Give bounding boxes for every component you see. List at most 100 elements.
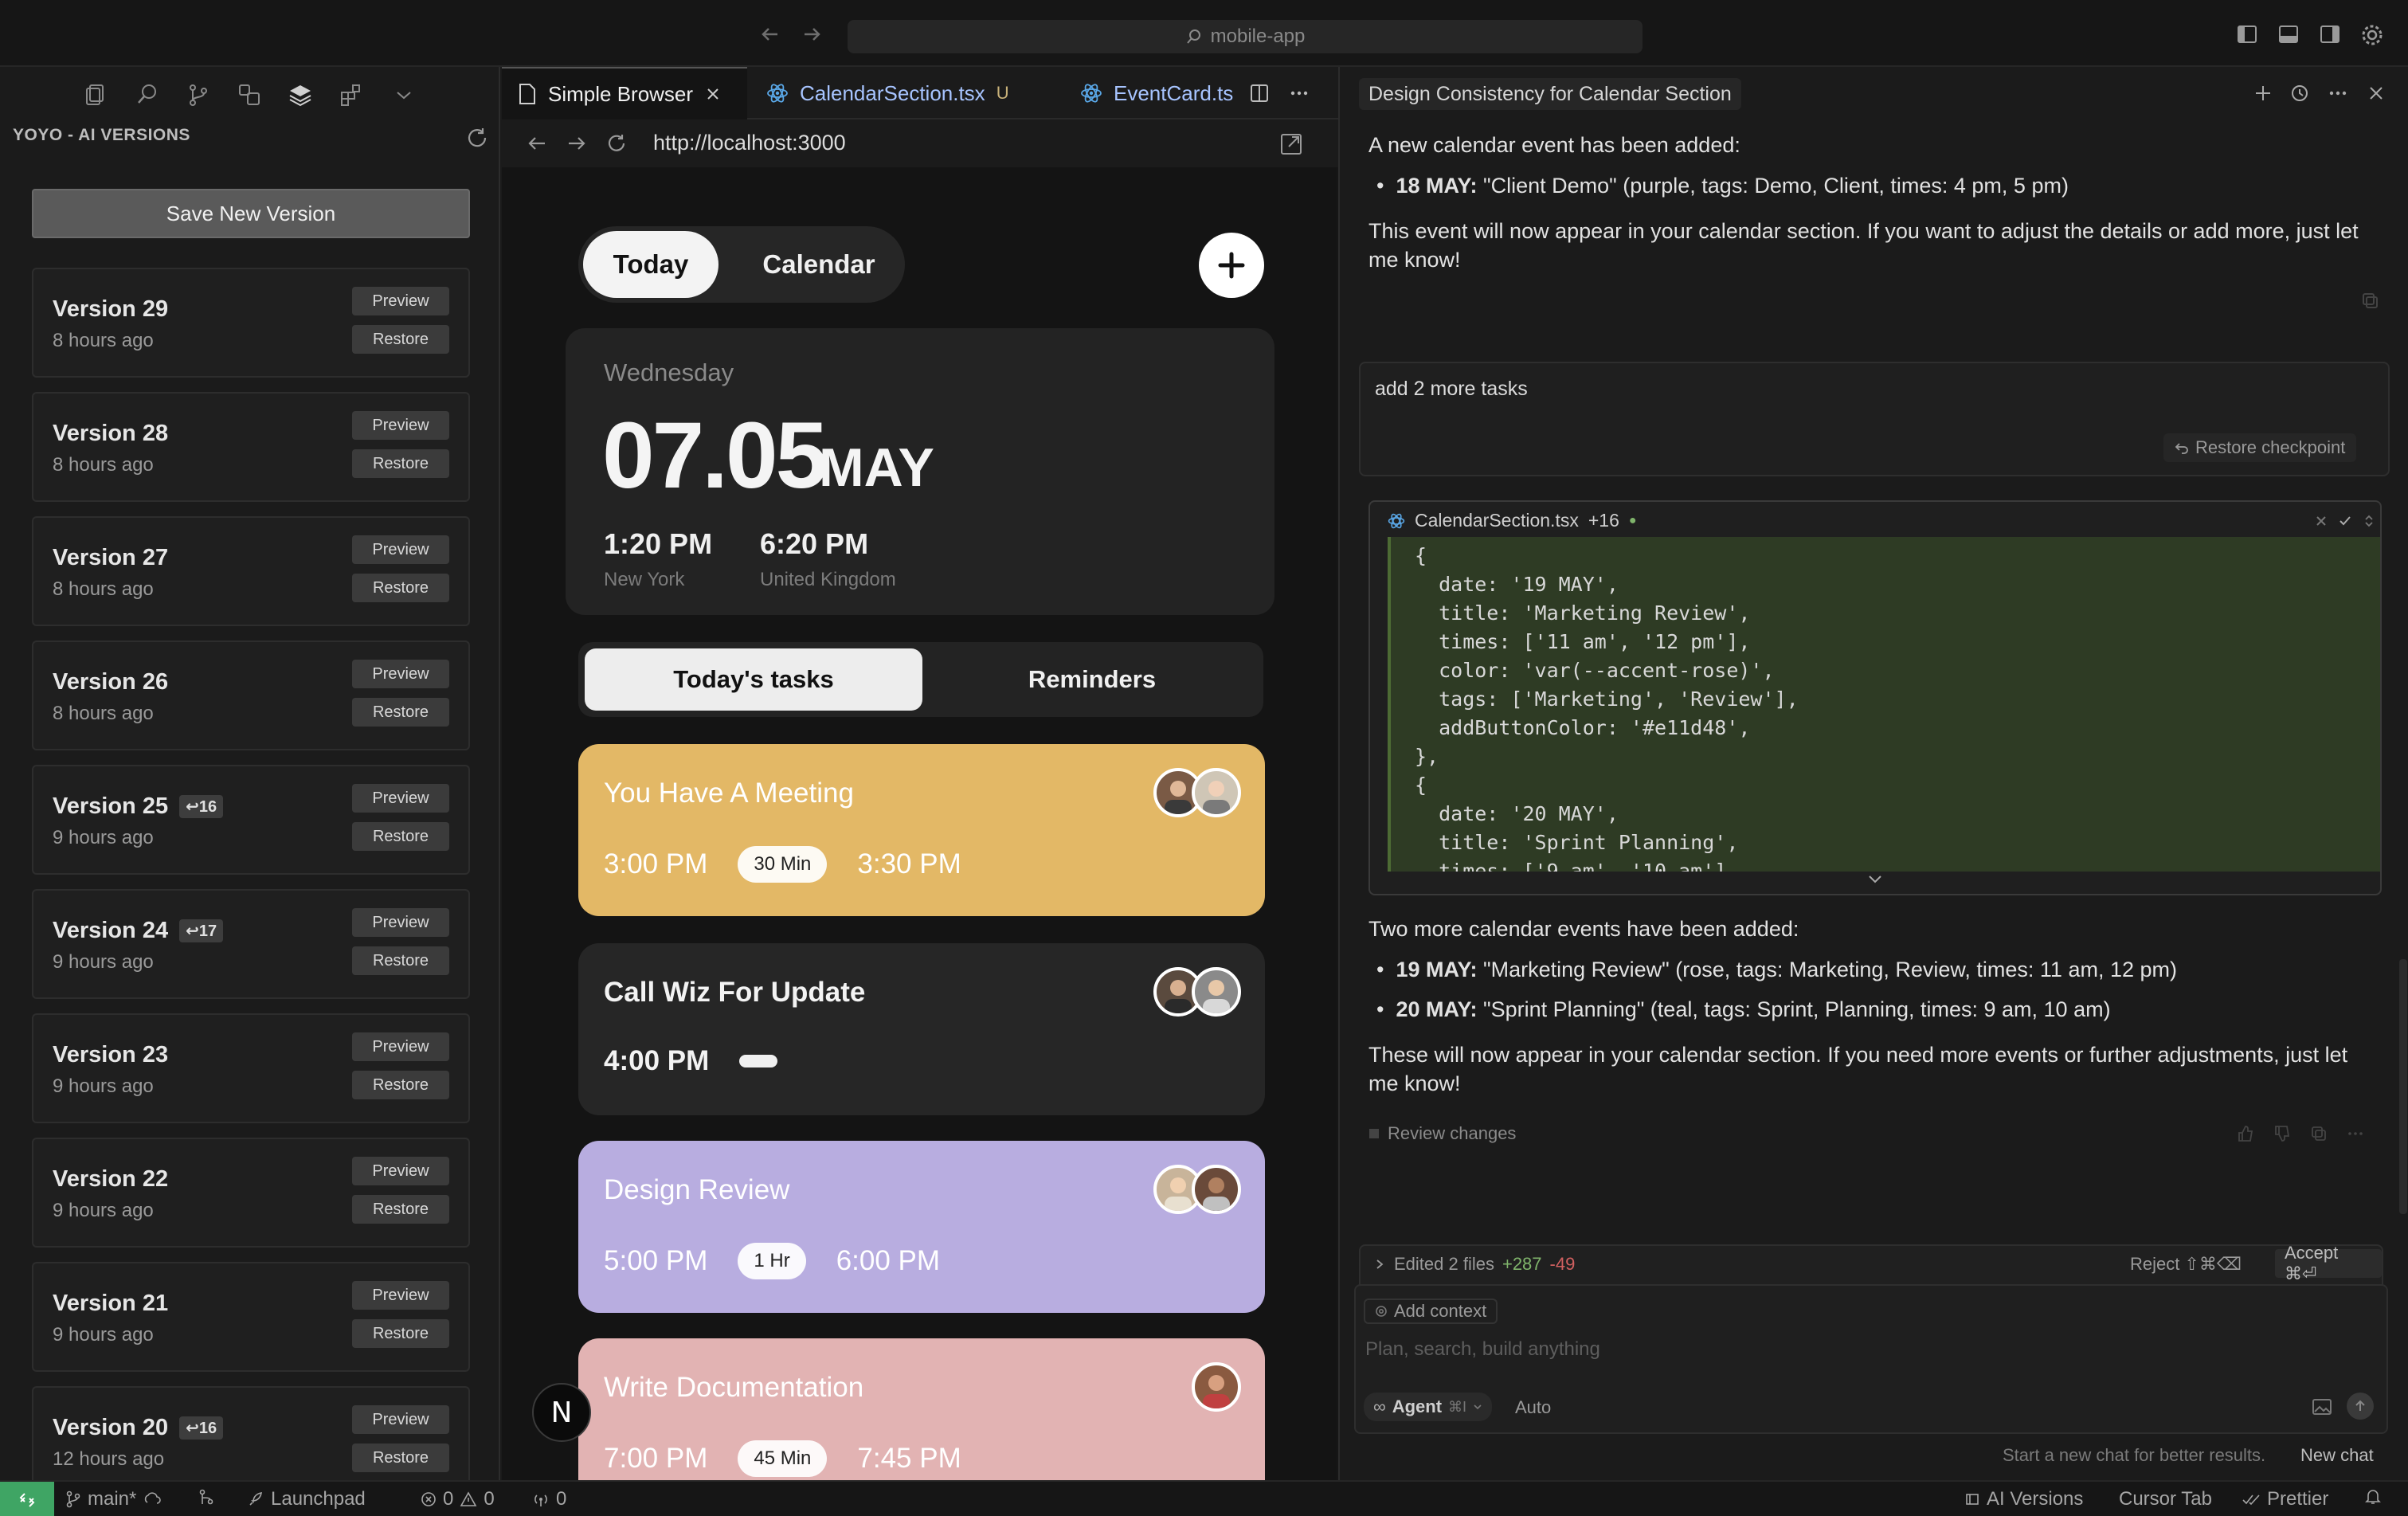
version-card[interactable]: Version 22 9 hours ago Preview Restore	[32, 1138, 470, 1248]
run-debug-icon[interactable]	[236, 81, 263, 108]
browser-url-input[interactable]: http://localhost:3000	[653, 131, 846, 155]
toggle-left-sidebar-icon[interactable]	[2235, 22, 2259, 46]
restore-button[interactable]: Restore	[352, 698, 449, 727]
restore-button[interactable]: Restore	[352, 449, 449, 478]
edited-files-summary[interactable]: Edited 2 files +287 -49	[1373, 1254, 1575, 1275]
version-card[interactable]: Version 25 ↩16 9 hours ago Preview Restore	[32, 765, 470, 875]
restore-checkpoint-button[interactable]: Restore checkpoint	[2163, 433, 2357, 462]
thumbs-down-icon[interactable]	[2273, 1125, 2291, 1142]
restore-button[interactable]: Restore	[352, 325, 449, 354]
restore-button[interactable]: Restore	[352, 1444, 449, 1472]
browser-reload-icon[interactable]	[605, 132, 628, 155]
tab-event-card[interactable]: EventCard.ts	[1064, 67, 1271, 119]
source-control-icon[interactable]	[185, 81, 212, 108]
ports-indicator[interactable]: 0	[532, 1488, 566, 1510]
cursor-tab-item[interactable]: Cursor Tab	[2119, 1488, 2212, 1510]
tab-reminders[interactable]: Reminders	[929, 648, 1255, 711]
restore-button[interactable]: Restore	[352, 1195, 449, 1224]
version-card[interactable]: Version 24 ↩17 9 hours ago Preview Restore	[32, 889, 470, 999]
code-file-header[interactable]: CalendarSection.tsx +16 ●	[1388, 510, 1637, 531]
thumbs-up-icon[interactable]	[2237, 1125, 2254, 1142]
refresh-icon[interactable]	[465, 126, 489, 150]
preview-button[interactable]: Preview	[352, 1405, 449, 1434]
prettier-item[interactable]: Prettier	[2242, 1488, 2328, 1510]
version-card[interactable]: Version 23 9 hours ago Preview Restore	[32, 1013, 470, 1123]
model-selector[interactable]: Auto	[1515, 1397, 1551, 1418]
problems-indicator[interactable]: 0 0	[421, 1488, 495, 1510]
preview-button[interactable]: Preview	[352, 1032, 449, 1061]
browser-forward-icon[interactable]	[566, 132, 588, 155]
calendar-toggle[interactable]: Calendar	[739, 231, 899, 298]
restore-button[interactable]: Restore	[352, 574, 449, 602]
new-chat-link[interactable]: New chat	[2300, 1445, 2374, 1466]
tab-calendar-section[interactable]: CalendarSection.tsx U	[750, 67, 1029, 119]
send-button[interactable]	[2347, 1393, 2374, 1420]
user-message[interactable]: add 2 more tasks Restore checkpoint	[1359, 362, 2390, 476]
notifications-bell-icon[interactable]	[2364, 1488, 2382, 1506]
chat-input[interactable]: Plan, search, build anything	[1365, 1338, 1600, 1361]
add-event-button[interactable]	[1199, 233, 1264, 298]
remote-indicator[interactable]	[0, 1482, 54, 1516]
preview-button[interactable]: Preview	[352, 287, 449, 315]
preview-button[interactable]: Preview	[352, 535, 449, 564]
tab-todays-tasks[interactable]: Today's tasks	[585, 648, 922, 711]
today-toggle[interactable]: Today	[583, 231, 718, 298]
agent-mode-selector[interactable]: ∞ Agent ⌘I	[1364, 1393, 1493, 1421]
toggle-panel-icon[interactable]	[2277, 22, 2300, 46]
restore-button[interactable]: Restore	[352, 822, 449, 851]
chevron-down-icon[interactable]	[1866, 870, 1885, 889]
task-card[interactable]: You Have A Meeting 3:00 PM 30 Min 3:30 P…	[578, 744, 1265, 916]
accept-check-icon[interactable]	[2337, 513, 2353, 529]
reject-x-icon[interactable]	[2313, 513, 2329, 529]
review-changes-link[interactable]: Review changes	[1368, 1123, 1516, 1144]
files-icon[interactable]	[83, 81, 110, 108]
preview-button[interactable]: Preview	[352, 1157, 449, 1185]
preview-button[interactable]: Preview	[352, 784, 449, 813]
preview-button[interactable]: Preview	[352, 411, 449, 440]
forward-arrow-icon[interactable]	[800, 22, 824, 46]
search-icon[interactable]	[134, 81, 161, 108]
version-card[interactable]: Version 29 8 hours ago Preview Restore	[32, 268, 470, 378]
task-card[interactable]: Call Wiz For Update 4:00 PM	[578, 943, 1265, 1115]
tab-simple-browser[interactable]: Simple Browser	[502, 67, 747, 119]
more-icon[interactable]	[2328, 83, 2348, 104]
preview-button[interactable]: Preview	[352, 1281, 449, 1310]
close-icon[interactable]	[704, 85, 722, 103]
open-external-icon[interactable]	[1279, 132, 1303, 156]
task-card[interactable]: Design Review 5:00 PM 1 Hr 6:00 PM	[578, 1141, 1265, 1313]
more-icon[interactable]	[1289, 83, 1310, 104]
plus-icon[interactable]	[2253, 83, 2273, 104]
history-icon[interactable]	[2289, 83, 2310, 104]
version-card[interactable]: Version 21 9 hours ago Preview Restore	[32, 1262, 470, 1372]
browser-back-icon[interactable]	[526, 132, 548, 155]
restore-button[interactable]: Restore	[352, 946, 449, 975]
chevron-down-icon[interactable]	[390, 81, 417, 108]
back-arrow-icon[interactable]	[758, 22, 782, 46]
chat-scrollbar[interactable]	[2399, 959, 2407, 1214]
version-card[interactable]: Version 27 8 hours ago Preview Restore	[32, 516, 470, 626]
accept-button[interactable]: Accept ⌘⏎	[2275, 1243, 2382, 1283]
launchpad-item[interactable]: Launchpad	[247, 1488, 366, 1510]
command-search-bar[interactable]: mobile-app	[848, 20, 1643, 53]
more-icon[interactable]	[2347, 1125, 2364, 1142]
restore-button[interactable]: Restore	[352, 1319, 449, 1348]
git-graph-icon[interactable]	[198, 1488, 215, 1506]
image-icon[interactable]	[2312, 1397, 2332, 1416]
save-new-version-button[interactable]: Save New Version	[32, 189, 470, 238]
ai-versions-item[interactable]: AI Versions	[1964, 1488, 2083, 1510]
copy-icon[interactable]	[2361, 292, 2380, 311]
restore-button[interactable]: Restore	[352, 1071, 449, 1099]
preview-button[interactable]: Preview	[352, 908, 449, 937]
copy-icon[interactable]	[2310, 1125, 2328, 1142]
split-editor-icon[interactable]	[1249, 83, 1270, 104]
reject-button[interactable]: Reject ⇧⌘⌫	[2130, 1254, 2242, 1275]
toggle-right-sidebar-icon[interactable]	[2318, 22, 2342, 46]
settings-gear-icon[interactable]	[2359, 22, 2383, 46]
branch-indicator[interactable]: main*	[65, 1488, 162, 1510]
chat-title[interactable]: Design Consistency for Calendar Section	[1359, 78, 1741, 110]
expand-icon[interactable]	[2361, 513, 2377, 529]
version-card[interactable]: Version 28 8 hours ago Preview Restore	[32, 392, 470, 502]
add-context-button[interactable]: Add context	[1364, 1299, 1498, 1324]
task-card[interactable]: Write Documentation 7:00 PM 45 Min 7:45 …	[578, 1338, 1265, 1480]
layers-icon[interactable]	[287, 81, 314, 108]
